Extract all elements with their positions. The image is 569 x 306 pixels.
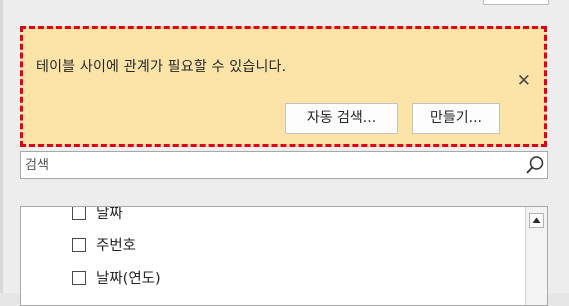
vertical-scrollbar[interactable] <box>525 207 547 305</box>
checkbox[interactable] <box>72 207 86 220</box>
triangle-up-icon <box>532 217 541 223</box>
field-list: 날짜 주번호 날짜(연도) <box>20 206 548 306</box>
notice-message: 테이블 사이에 관계가 필요할 수 있습니다. <box>36 59 287 75</box>
auto-detect-button[interactable]: 자동 검색... <box>285 103 398 134</box>
search-box <box>20 151 548 179</box>
field-label: 날짜 <box>96 206 123 222</box>
pane-edge <box>0 0 3 293</box>
field-label: 주번호 <box>96 238 137 254</box>
checkbox[interactable] <box>72 238 86 252</box>
fields-pane: 테이블 사이에 관계가 필요할 수 있습니다. ✕ 자동 검색... 만들기..… <box>0 0 569 306</box>
list-item[interactable]: 주번호 <box>72 235 136 257</box>
close-icon[interactable]: ✕ <box>517 73 531 90</box>
top-tab[interactable] <box>483 0 549 5</box>
field-label: 날짜(연도) <box>96 271 161 287</box>
list-item[interactable]: 날짜 <box>72 206 123 225</box>
search-input[interactable] <box>25 155 515 175</box>
checkbox[interactable] <box>72 271 86 285</box>
relationship-notice: 테이블 사이에 관계가 필요할 수 있습니다. ✕ 자동 검색... 만들기..… <box>20 26 547 147</box>
create-button[interactable]: 만들기... <box>412 103 500 134</box>
list-item[interactable]: 날짜(연도) <box>72 268 161 290</box>
scroll-up-button[interactable] <box>529 213 544 228</box>
search-icon[interactable] <box>525 155 545 175</box>
